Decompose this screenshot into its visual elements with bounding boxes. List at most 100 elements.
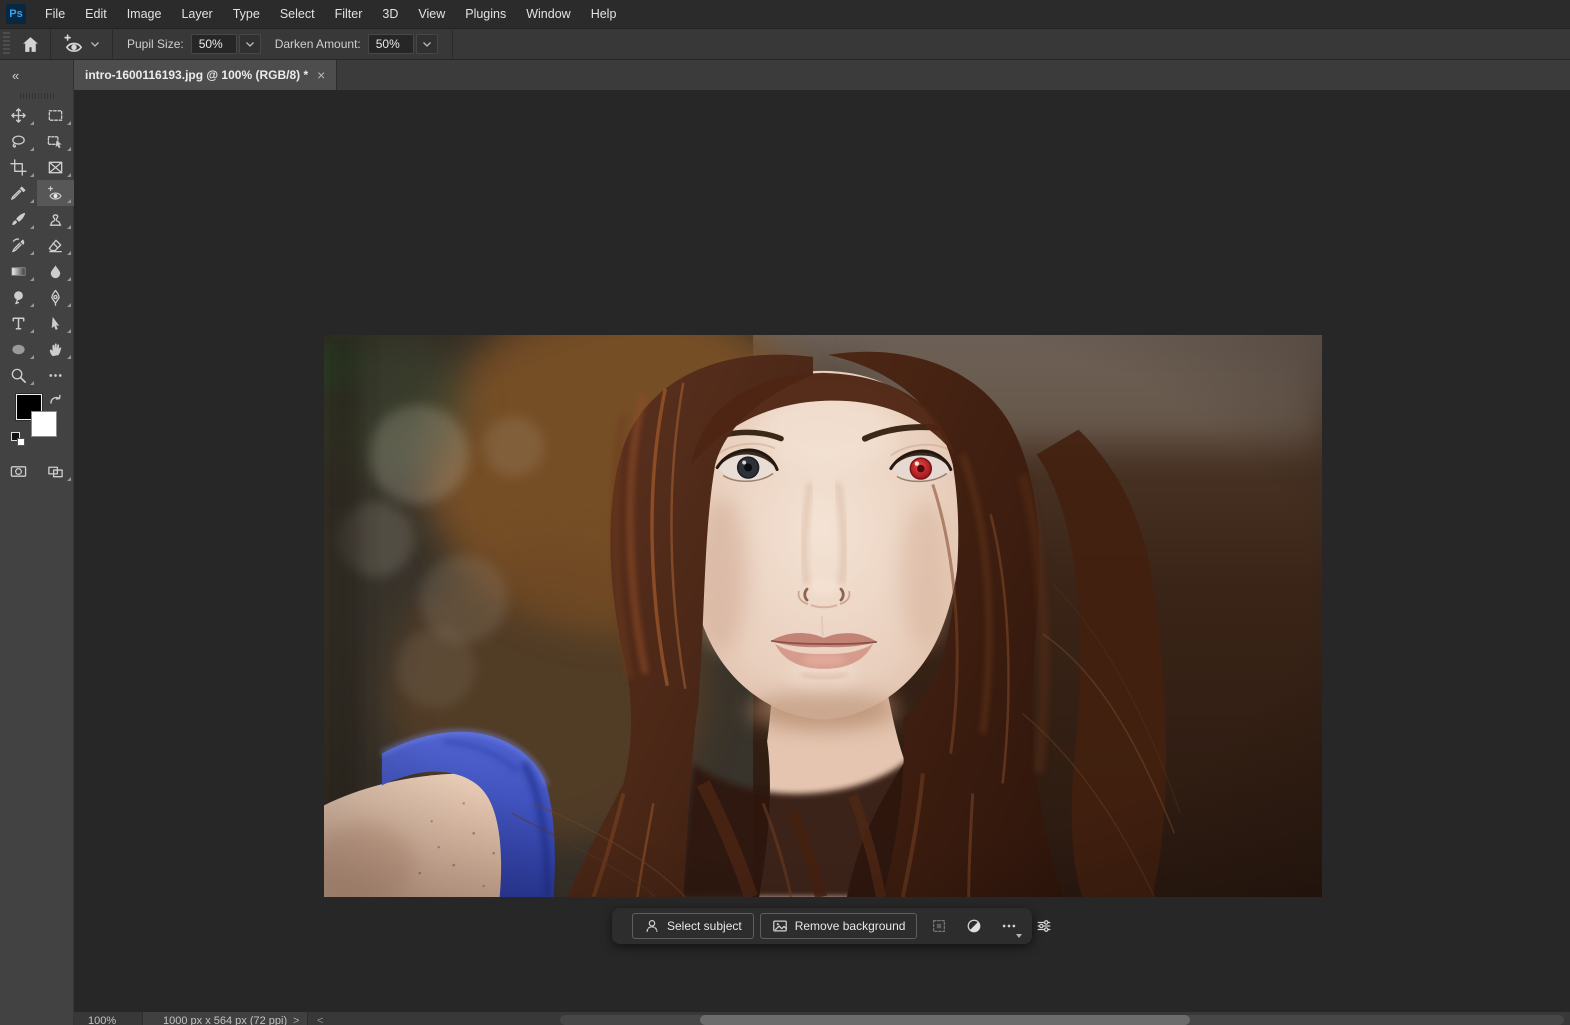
move-icon — [10, 107, 27, 124]
path-selection-tool[interactable] — [37, 310, 74, 336]
remove-background-button[interactable]: Remove background — [760, 913, 918, 939]
menu-3d[interactable]: 3D — [372, 0, 408, 28]
more-options-button[interactable] — [1001, 918, 1017, 934]
screen-mode-button[interactable] — [37, 458, 74, 484]
quick-mask-mode-button[interactable] — [0, 458, 37, 484]
edit-toolbar-button[interactable] — [37, 362, 74, 388]
gradient-tool[interactable] — [0, 258, 37, 284]
frame-icon — [47, 159, 64, 176]
eyedropper-tool[interactable] — [0, 180, 37, 206]
photo-vignette — [324, 335, 1322, 897]
darken-amount-group: Darken Amount: 50% — [275, 34, 438, 54]
tools-panel — [0, 90, 74, 1025]
more-options-icon — [1001, 918, 1017, 934]
default-colors-icon[interactable] — [11, 432, 25, 446]
darken-amount-input[interactable]: 50% — [368, 34, 414, 54]
chevron-down-icon — [422, 39, 432, 49]
darken-amount-dropdown[interactable] — [416, 34, 438, 54]
chevron-down-icon — [245, 39, 255, 49]
menu-image[interactable]: Image — [117, 0, 172, 28]
marquee-icon — [47, 107, 64, 124]
clone-stamp-icon — [47, 211, 64, 228]
ellipsis-icon — [47, 367, 64, 384]
caret-down-icon — [1016, 934, 1022, 941]
ellipse-tool[interactable] — [0, 336, 37, 362]
pasteboard[interactable]: Select subject Remove background — [74, 90, 1570, 1012]
active-tool-preview[interactable] — [51, 33, 112, 55]
horizontal-scrollbar-thumb[interactable] — [700, 1015, 1190, 1025]
move-tool[interactable] — [0, 102, 37, 128]
pupil-size-input[interactable]: 50% — [191, 34, 237, 54]
eraser-tool[interactable] — [37, 232, 74, 258]
select-subject-button[interactable]: Select subject — [632, 913, 754, 939]
pupil-size-group: Pupil Size: 50% — [127, 34, 261, 54]
zoom-tool[interactable] — [0, 362, 37, 388]
cursor-arrow-icon — [47, 315, 64, 332]
brush-tool[interactable] — [0, 206, 37, 232]
eyedropper-icon — [10, 185, 27, 202]
selection-options-button — [931, 918, 947, 934]
lasso-tool[interactable] — [0, 128, 37, 154]
photoshop-logo[interactable]: Ps — [6, 4, 26, 24]
tools-panel-grip[interactable] — [0, 90, 73, 102]
rectangular-marquee-tool[interactable] — [37, 102, 74, 128]
red-eye-tool-icon — [63, 33, 85, 55]
options-bar-grip[interactable] — [3, 32, 10, 56]
background-color-swatch[interactable] — [31, 411, 57, 437]
document-tab[interactable]: intro-1600116193.jpg @ 100% (RGB/8) * × — [74, 60, 337, 90]
tab-close-icon[interactable]: × — [317, 68, 325, 82]
crop-tool[interactable] — [0, 154, 37, 180]
photo-portrait — [324, 335, 1322, 897]
menu-filter[interactable]: Filter — [325, 0, 373, 28]
status-zoom-field[interactable]: 100% — [88, 1015, 116, 1025]
task-bar-icon-group — [931, 918, 1052, 934]
double-chevron-left-icon: « — [12, 68, 19, 83]
divider — [112, 28, 113, 60]
menu-view[interactable]: View — [408, 0, 455, 28]
hand-tool[interactable] — [37, 336, 74, 362]
horizontal-scrollbar[interactable] — [560, 1015, 1564, 1025]
clone-stamp-tool[interactable] — [37, 206, 74, 232]
adjustments-button[interactable] — [966, 918, 982, 934]
brush-icon — [10, 211, 27, 228]
canvas-document[interactable] — [324, 335, 1322, 897]
darken-amount-label: Darken Amount: — [275, 37, 361, 51]
menu-edit[interactable]: Edit — [75, 0, 117, 28]
dodge-tool[interactable] — [0, 284, 37, 310]
menu-window[interactable]: Window — [516, 0, 580, 28]
red-eye-tool[interactable] — [37, 180, 74, 206]
magnifier-icon — [10, 367, 27, 384]
pen-icon — [47, 289, 64, 306]
pen-tool[interactable] — [37, 284, 74, 310]
water-drop-icon — [47, 263, 64, 280]
red-eye-icon — [47, 185, 64, 202]
type-icon — [10, 315, 27, 332]
menu-file[interactable]: File — [35, 0, 75, 28]
home-button[interactable] — [10, 29, 50, 59]
object-selection-icon — [47, 133, 64, 150]
eraser-icon — [47, 237, 64, 254]
remove-background-label: Remove background — [795, 919, 906, 933]
menu-type[interactable]: Type — [223, 0, 270, 28]
ellipse-icon — [10, 341, 27, 358]
swap-colors-icon[interactable] — [48, 392, 64, 408]
document-dimensions: 1000 px x 564 px (72 ppi) — [142, 1012, 308, 1025]
menu-layer[interactable]: Layer — [171, 0, 222, 28]
history-brush-tool[interactable] — [0, 232, 37, 258]
menu-select[interactable]: Select — [270, 0, 325, 28]
object-selection-tool[interactable] — [37, 128, 74, 154]
status-popup-chevron[interactable]: > — [293, 1015, 299, 1025]
blur-tool[interactable] — [37, 258, 74, 284]
collapse-panels-button[interactable]: « — [0, 60, 74, 90]
type-tool[interactable] — [0, 310, 37, 336]
document-tab-title: intro-1600116193.jpg @ 100% (RGB/8) * — [85, 68, 308, 82]
menu-bar: Ps File Edit Image Layer Type Select Fil… — [0, 0, 1570, 28]
divider — [452, 28, 453, 60]
menu-plugins[interactable]: Plugins — [455, 0, 516, 28]
frame-tool[interactable] — [37, 154, 74, 180]
menu-help[interactable]: Help — [581, 0, 627, 28]
properties-button[interactable] — [1036, 918, 1052, 934]
status-scroll-chevron[interactable]: < — [317, 1015, 323, 1025]
dodge-icon — [10, 289, 27, 306]
pupil-size-dropdown[interactable] — [239, 34, 261, 54]
